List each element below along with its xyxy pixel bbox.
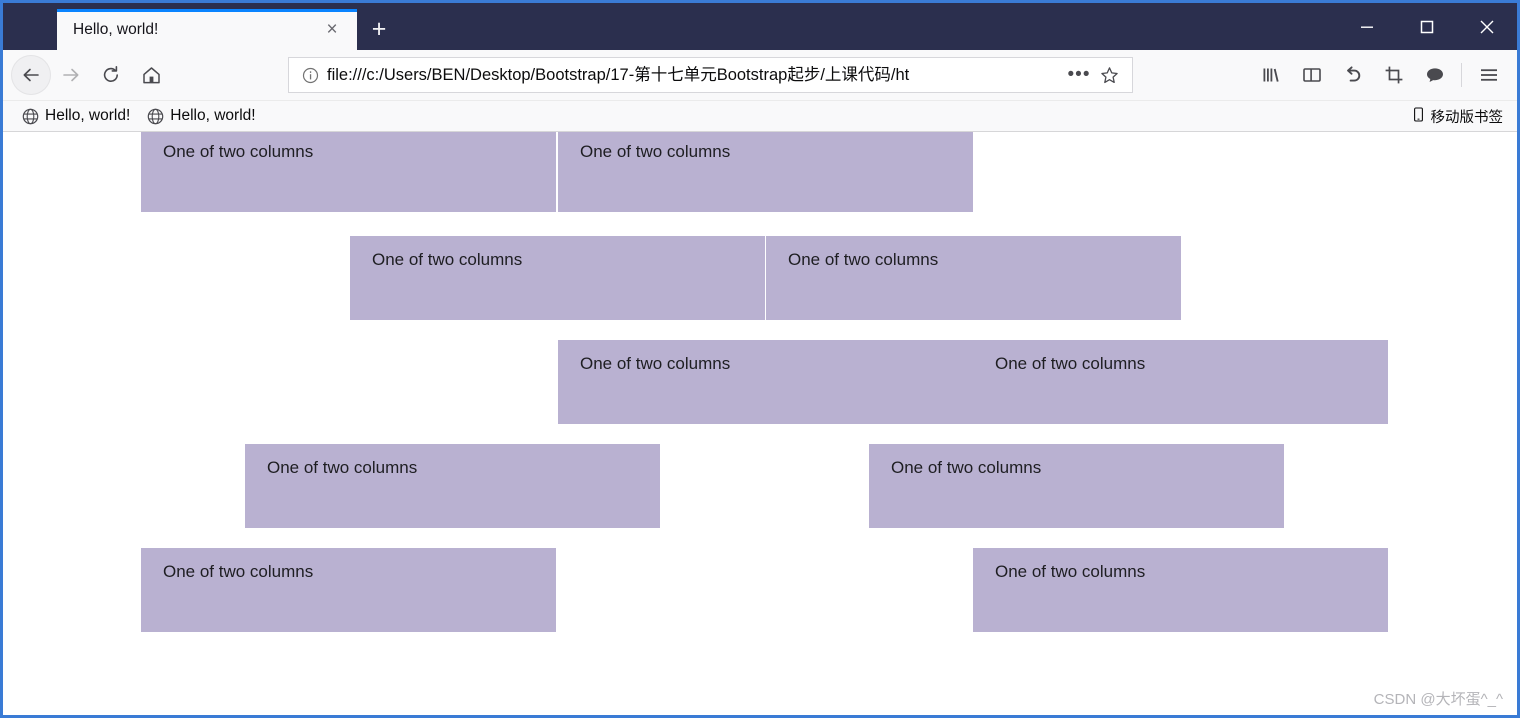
- bookmark-item[interactable]: Hello, world!: [19, 105, 138, 127]
- home-button[interactable]: [131, 55, 171, 95]
- hamburger-menu-icon[interactable]: [1468, 55, 1509, 95]
- browser-window: Hello, world! × + file:///c:/Users/BEN/D…: [0, 0, 1520, 718]
- library-icon[interactable]: [1250, 55, 1291, 95]
- sidebar-icon[interactable]: [1291, 55, 1332, 95]
- url-text-container: file:///c:/Users/BEN/Desktop/Bootstrap/1…: [327, 63, 1064, 87]
- maximize-button[interactable]: [1397, 3, 1457, 50]
- column-box: One of two columns: [245, 444, 660, 528]
- column-box: One of two columns: [973, 340, 1388, 424]
- watermark: CSDN @大坏蛋^_^: [1373, 691, 1503, 708]
- column-box: One of two columns: [558, 132, 973, 212]
- url-bar[interactable]: file:///c:/Users/BEN/Desktop/Bootstrap/1…: [288, 57, 1133, 93]
- screenshot-crop-icon[interactable]: [1373, 55, 1414, 95]
- close-icon[interactable]: ×: [319, 17, 345, 43]
- navigation-toolbar: file:///c:/Users/BEN/Desktop/Bootstrap/1…: [3, 50, 1517, 101]
- forward-button[interactable]: [51, 55, 91, 95]
- mobile-bookmarks-folder[interactable]: 移动版书签: [1407, 104, 1508, 129]
- url-fade-overlay: [1009, 63, 1064, 87]
- globe-icon: [21, 107, 39, 125]
- new-tab-button[interactable]: +: [357, 9, 401, 50]
- sync-arrow-icon[interactable]: [1332, 55, 1373, 95]
- window-controls: [1337, 3, 1517, 50]
- bookmarks-toolbar: Hello, world! Hello, world! 移动版书签: [3, 101, 1517, 132]
- back-button[interactable]: [11, 55, 51, 95]
- bookmark-label: Hello, world!: [170, 107, 256, 124]
- page-actions-icon[interactable]: •••: [1064, 61, 1094, 89]
- tabstrip-leading-space: [3, 3, 57, 50]
- tabstrip-spacer: [401, 9, 1337, 50]
- bookmark-item[interactable]: Hello, world!: [144, 105, 263, 127]
- mobile-bookmarks-label: 移动版书签: [1430, 109, 1504, 126]
- column-box: One of two columns: [141, 132, 556, 212]
- reload-button[interactable]: [91, 55, 131, 95]
- page-viewport[interactable]: One of two columns One of two columns One …: [3, 132, 1517, 715]
- column-box: One of two columns: [558, 340, 973, 424]
- url-text: file:///c:/Users/BEN/Desktop/Bootstrap/1…: [327, 66, 910, 84]
- column-box: One of two columns: [350, 236, 765, 320]
- column-box: One of two columns: [869, 444, 1284, 528]
- toolbar-divider: [1461, 63, 1462, 87]
- tab-strip: Hello, world! × +: [3, 3, 1517, 50]
- star-icon[interactable]: [1094, 61, 1124, 89]
- tab-title: Hello, world!: [73, 20, 159, 38]
- url-bar-container: file:///c:/Users/BEN/Desktop/Bootstrap/1…: [171, 57, 1250, 93]
- toolbar-right-actions: [1250, 55, 1509, 95]
- minimize-button[interactable]: [1337, 3, 1397, 50]
- browser-tab[interactable]: Hello, world! ×: [57, 9, 357, 50]
- mobile-phone-icon: [1411, 106, 1426, 126]
- close-button[interactable]: [1457, 3, 1517, 50]
- pocket-bubble-icon[interactable]: [1414, 55, 1455, 95]
- bookmark-label: Hello, world!: [45, 107, 131, 124]
- info-icon[interactable]: [299, 64, 321, 86]
- globe-icon: [146, 107, 164, 125]
- column-box: One of two columns: [973, 548, 1388, 632]
- column-box: One of two columns: [766, 236, 1181, 320]
- column-box: One of two columns: [141, 548, 556, 632]
